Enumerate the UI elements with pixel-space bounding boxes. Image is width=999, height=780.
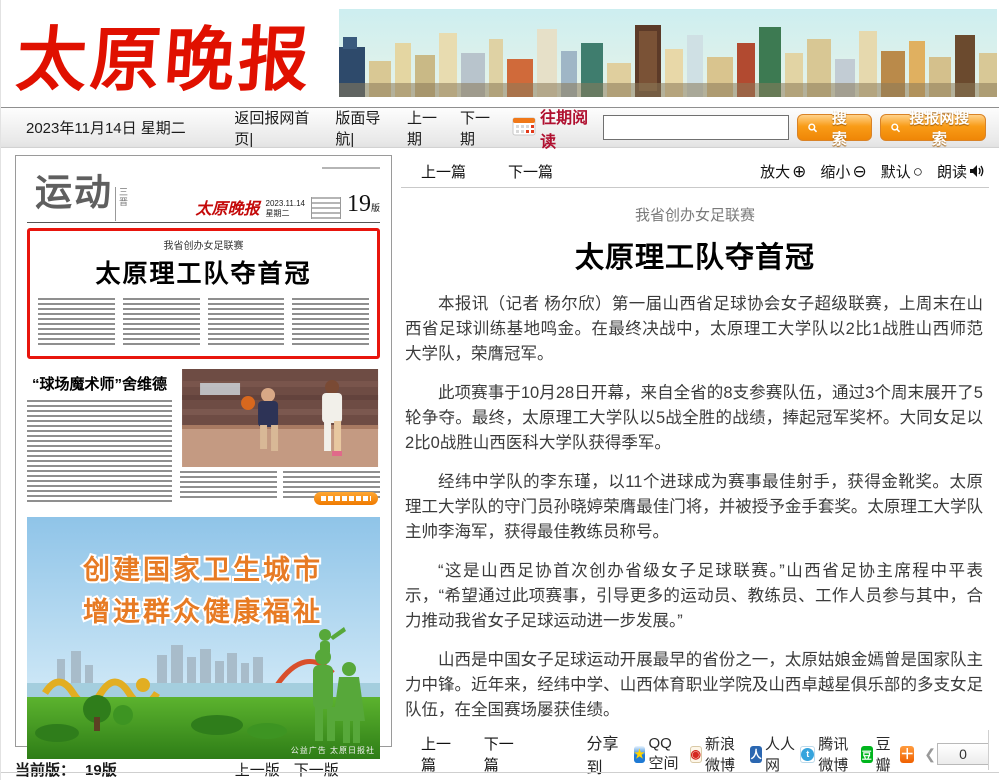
search-input[interactable] — [603, 115, 789, 140]
nav-links: 返回报网首页| 版面导航| 上一期 下一期 — [234, 107, 504, 149]
article-paragraph: 经纬中学队的李东瑾，以11个进球成为赛事最佳射手，获得金靴奖。太原理工大学队的守… — [405, 470, 983, 545]
share-douban[interactable]: 豆 豆瓣 — [861, 733, 896, 775]
thumb-paper-name: 太原晚报 — [196, 195, 260, 219]
count-notch: ❮ — [924, 746, 936, 763]
sina-weibo-icon: ◉ — [690, 746, 702, 763]
newspaper-page-thumbnail[interactable]: 运动三晋 太原晚报 2023.11.14 星期二 19版 我省创办女足联赛 — [15, 155, 392, 747]
thumb-rule — [27, 222, 380, 223]
search-icon — [891, 123, 900, 133]
bottom-divider — [1, 772, 999, 773]
thumb-date: 2023.11.14 — [266, 199, 305, 208]
top-navbar: 2023年11月14日 星期二 返回报网首页| 版面导航| 上一期 下一期 往期… — [1, 107, 999, 148]
site-header: 太原晚报 — [1, 0, 999, 107]
article-paragraph: 此项赛事于10月28日开幕，来自全省的8支参赛队伍，通过3个周末展开了5轮争夺。… — [405, 381, 983, 456]
article-panel: 上一篇 下一篇 放大⊕ 缩小⊖ 默认○ 朗读 我省创办女足联赛 太原理工队夺首冠… — [401, 155, 989, 769]
nav-layout-link[interactable]: 版面导航| — [335, 107, 398, 149]
thumb-weekday: 星期二 — [266, 209, 290, 218]
issue-date: 2023年11月14日 星期二 — [26, 117, 222, 138]
share-sina-weibo[interactable]: ◉ 新浪微博 — [690, 733, 747, 775]
site-search-button[interactable]: 搜报网搜索 — [880, 114, 986, 141]
page-pager: 当前版： 19版 上一版 下一版 — [15, 759, 392, 780]
tencent-weibo-icon: t — [800, 746, 815, 763]
share-count-value: 0 — [937, 743, 989, 765]
thumb-second-headline: “球场魔术师”舍维德 — [27, 373, 172, 394]
zoom-in-button[interactable]: 放大⊕ — [760, 161, 806, 182]
article-footer-bar: 上一篇 下一篇 分享到 ★ QQ空间 ◉ 新浪微博 人 人人网 t 腾讯微博 豆… — [401, 739, 989, 769]
highlighted-article-region[interactable]: 我省创办女足联赛 太原理工队夺首冠 — [27, 228, 380, 359]
next-page-link[interactable]: 下一版 — [294, 759, 339, 780]
zoom-in-icon: ⊕ — [792, 163, 806, 180]
share-count: ❮ 0 — [924, 743, 989, 765]
thumb-page-number: 19版 — [347, 193, 380, 219]
nav-home-link[interactable]: 返回报网首页| — [234, 107, 326, 149]
nav-next-issue-link[interactable]: 下一期 — [460, 107, 504, 149]
right-edge-divider — [988, 730, 989, 770]
zoom-out-icon: ⊖ — [852, 163, 866, 180]
article-paragraph: “这是山西足协首次创办省级女子足球联赛。”山西省足协主席程中平表示，“希望通过此… — [405, 559, 983, 634]
thumb-page-header: 运动三晋 太原晚报 2023.11.14 星期二 19版 — [27, 165, 380, 221]
thumb-date-block: 2023.11.14 星期二 — [266, 199, 305, 219]
read-aloud-button[interactable]: 朗读 — [937, 161, 985, 182]
article-kicker: 我省创办女足联赛 — [401, 204, 989, 225]
default-size-button[interactable]: 默认○ — [881, 161, 923, 182]
thumb-second-body — [27, 400, 172, 504]
next-article-link-bottom[interactable]: 下一篇 — [484, 733, 519, 775]
calendar-icon — [512, 116, 536, 140]
qzone-icon: ★ — [634, 746, 646, 763]
sports-column-badge — [314, 492, 378, 505]
ad-credit: 公益广告 太原日报社 — [291, 745, 375, 755]
basketball-photo — [180, 369, 380, 467]
default-size-icon: ○ — [913, 163, 923, 180]
thumb-article-headline: 太原理工队夺首冠 — [38, 254, 369, 290]
speaker-icon — [969, 164, 985, 178]
ad-line2: 增进群众健康福祉 — [83, 596, 323, 627]
newspaper-logo: 太原晚报 — [13, 4, 316, 105]
thumb-article-kicker: 我省创办女足联赛 — [38, 237, 369, 252]
current-page-label: 当前版： — [15, 759, 75, 780]
share-tencent-weibo[interactable]: t 腾讯微博 — [800, 733, 857, 775]
prev-article-link-bottom[interactable]: 上一篇 — [421, 733, 456, 775]
prev-article-link[interactable]: 上一篇 — [421, 161, 466, 182]
article-title: 太原理工队夺首冠 — [401, 234, 989, 276]
current-page-value: 19版 — [85, 759, 117, 780]
article-toolbar: 上一篇 下一篇 放大⊕ 缩小⊖ 默认○ 朗读 — [401, 155, 989, 188]
share-label: 分享到 — [587, 730, 624, 778]
share-qzone[interactable]: ★ QQ空间 — [634, 735, 686, 773]
search-button[interactable]: 搜 索 — [797, 114, 872, 141]
search-icon — [808, 123, 817, 133]
page-thumbnail-panel: 运动三晋 太原晚报 2023.11.14 星期二 19版 我省创办女足联赛 — [15, 155, 392, 780]
article-paragraph: 本报讯（记者 杨尔欣）第一届山西省足球协会女子超级联赛，上周末在山西省足球训练基… — [405, 292, 983, 367]
city-skyline-photo — [339, 9, 997, 97]
thumb-editors-block — [311, 197, 341, 219]
ad-line1: 创建国家卫生城市 — [82, 554, 323, 585]
thumb-second-article[interactable]: “球场魔术师”舍维德 — [27, 369, 380, 507]
past-issues-link[interactable]: 往期阅读 — [540, 104, 603, 152]
search-area: 搜 索 搜报网搜索 — [603, 114, 986, 141]
thumb-article-columns — [38, 298, 369, 348]
nav-prev-issue-link[interactable]: 上一期 — [407, 107, 451, 149]
next-article-link[interactable]: 下一篇 — [508, 161, 553, 182]
article-paragraph: 山西是中国女子足球运动开展最早的省份之一，太原姑娘金嫣曾是国家队主力中锋。近年来… — [405, 648, 983, 723]
more-share-button[interactable]: ＋ — [900, 746, 914, 763]
thumb-section-subtitle: 三晋 — [115, 187, 130, 221]
zoom-out-button[interactable]: 缩小⊖ — [820, 161, 866, 182]
douban-icon: 豆 — [861, 746, 873, 763]
thumb-section-title: 运动 — [35, 172, 113, 213]
renren-icon: 人 — [750, 746, 762, 763]
article-body: 本报讯（记者 杨尔欣）第一届山西省足球协会女子超级联赛，上周末在山西省足球训练基… — [401, 292, 989, 723]
share-renren[interactable]: 人 人人网 — [750, 733, 796, 775]
prev-page-link[interactable]: 上一版 — [235, 759, 280, 780]
public-service-ad[interactable]: 创建国家卫生城市 增进群众健康福祉 — [27, 517, 380, 759]
